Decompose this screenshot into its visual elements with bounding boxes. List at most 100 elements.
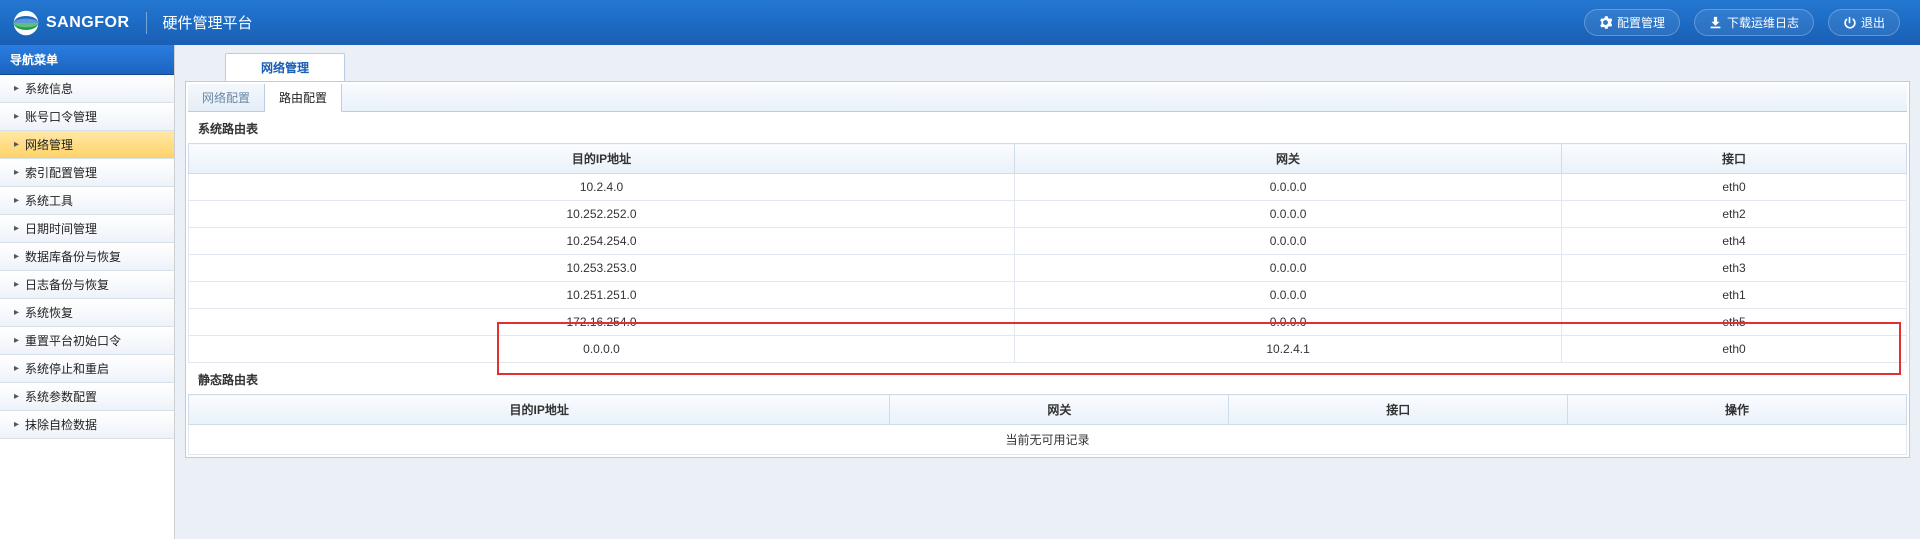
sidebar-item-0[interactable]: ▸ 系统信息 [0,75,174,103]
table-cell: eth2 [1562,201,1907,228]
table-header: 接口 [1562,144,1907,174]
table-cell: 10.252.252.0 [189,201,1015,228]
logout-button[interactable]: 退出 [1828,9,1900,36]
sidebar-item-2[interactable]: ▸ 网络管理 [0,131,174,159]
sidebar-item-label: 日期时间管理 [25,220,97,237]
sidebar-item-label: 重置平台初始口令 [25,332,121,349]
sidebar-item-12[interactable]: ▸ 抹除自检数据 [0,411,174,439]
section-static-route-label: 静态路由表 [188,363,1907,394]
sidebar-item-label: 系统恢复 [25,304,73,321]
logout-label: 退出 [1861,14,1885,31]
table-cell: 10.2.4.1 [1015,336,1562,363]
sidebar: 导航菜单 ▸ 系统信息 ▸ 账号口令管理 ▸ 网络管理 ▸ 索引配置管理 ▸ 系统工具 ▸ 日期时间管… [0,45,175,539]
chevron-right-icon: ▸ [14,335,19,346]
chevron-right-icon: ▸ [14,223,19,234]
brand-divider [146,12,147,34]
sidebar-title: 导航菜单 [0,45,174,75]
chevron-right-icon: ▸ [14,307,19,318]
sidebar-item-label: 系统参数配置 [25,388,97,405]
chevron-right-icon: ▸ [14,83,19,94]
table-header: 接口 [1229,395,1568,425]
sidebar-item-3[interactable]: ▸ 索引配置管理 [0,159,174,187]
panel-inner: 系统路由表 目的IP地址网关接口 10.2.4.00.0.0.0eth010.2… [188,112,1907,455]
download-log-button[interactable]: 下载运维日志 [1694,9,1814,36]
empty-text: 当前无可用记录 [189,425,1907,455]
table-cell: 10.251.251.0 [189,282,1015,309]
top-tab-network[interactable]: 网络管理 [225,53,345,81]
subtab-0[interactable]: 网络配置 [188,84,265,111]
table-header: 目的IP地址 [189,395,890,425]
sidebar-item-9[interactable]: ▸ 重置平台初始口令 [0,327,174,355]
main-panel: 网络配置路由配置 系统路由表 目的IP地址网关接口 10.2.4.00.0.0.… [185,81,1910,458]
sidebar-item-label: 系统工具 [25,192,73,209]
brand-name: SANGFOR [46,14,130,32]
section-system-route-label: 系统路由表 [188,112,1907,143]
sidebar-item-1[interactable]: ▸ 账号口令管理 [0,103,174,131]
sidebar-item-label: 系统停止和重启 [25,360,109,377]
sidebar-item-label: 抹除自检数据 [25,416,97,433]
chevron-right-icon: ▸ [14,111,19,122]
sidebar-item-4[interactable]: ▸ 系统工具 [0,187,174,215]
table-row[interactable]: 10.251.251.00.0.0.0eth1 [189,282,1907,309]
table-cell: 0.0.0.0 [1015,174,1562,201]
table-cell: eth1 [1562,282,1907,309]
table-row[interactable]: 10.2.4.00.0.0.0eth0 [189,174,1907,201]
chevron-right-icon: ▸ [14,419,19,430]
table-cell: 0.0.0.0 [1015,282,1562,309]
chevron-right-icon: ▸ [14,279,19,290]
table-cell: eth5 [1562,309,1907,336]
sidebar-item-label: 网络管理 [25,136,73,153]
table-cell: eth4 [1562,228,1907,255]
sidebar-item-label: 索引配置管理 [25,164,97,181]
sidebar-item-5[interactable]: ▸ 日期时间管理 [0,215,174,243]
table-row[interactable]: 10.254.254.00.0.0.0eth4 [189,228,1907,255]
app-title: 硬件管理平台 [163,12,253,33]
system-route-table: 目的IP地址网关接口 10.2.4.00.0.0.0eth010.252.252… [188,143,1907,363]
sidebar-item-label: 日志备份与恢复 [25,276,109,293]
sidebar-item-10[interactable]: ▸ 系统停止和重启 [0,355,174,383]
table-row[interactable]: 172.16.254.00.0.0.0eth5 [189,309,1907,336]
table-cell: 0.0.0.0 [1015,201,1562,228]
main-area: 网络管理 网络配置路由配置 系统路由表 目的IP地址网关接口 10.2.4.00… [175,45,1920,539]
table-cell: 0.0.0.0 [1015,228,1562,255]
sidebar-item-11[interactable]: ▸ 系统参数配置 [0,383,174,411]
brand-logo-icon [12,9,40,37]
table-header: 操作 [1568,395,1907,425]
config-manage-button[interactable]: 配置管理 [1584,9,1680,36]
download-icon [1709,16,1722,29]
table-cell: 0.0.0.0 [189,336,1015,363]
chevron-right-icon: ▸ [14,167,19,178]
brand-block: SANGFOR 硬件管理平台 [12,9,253,37]
table-cell: eth3 [1562,255,1907,282]
gear-icon [1599,16,1612,29]
sidebar-item-label: 系统信息 [25,80,73,97]
download-log-label: 下载运维日志 [1727,14,1799,31]
table-row[interactable]: 0.0.0.010.2.4.1eth0 [189,336,1907,363]
sidebar-item-label: 数据库备份与恢复 [25,248,121,265]
chevron-right-icon: ▸ [14,251,19,262]
table-cell: eth0 [1562,336,1907,363]
chevron-right-icon: ▸ [14,391,19,402]
sidebar-item-8[interactable]: ▸ 系统恢复 [0,299,174,327]
power-icon [1843,16,1856,29]
table-row: 当前无可用记录 [189,425,1907,455]
table-cell: 172.16.254.0 [189,309,1015,336]
config-manage-label: 配置管理 [1617,14,1665,31]
chevron-right-icon: ▸ [14,195,19,206]
chevron-right-icon: ▸ [14,363,19,374]
table-row[interactable]: 10.252.252.00.0.0.0eth2 [189,201,1907,228]
table-cell: 10.2.4.0 [189,174,1015,201]
table-cell: 0.0.0.0 [1015,255,1562,282]
sidebar-item-7[interactable]: ▸ 日志备份与恢复 [0,271,174,299]
table-cell: 10.254.254.0 [189,228,1015,255]
sidebar-item-6[interactable]: ▸ 数据库备份与恢复 [0,243,174,271]
app-header: SANGFOR 硬件管理平台 配置管理 下载运维日志 退出 [0,0,1920,45]
subtab-1[interactable]: 路由配置 [265,84,342,112]
table-cell: eth0 [1562,174,1907,201]
sidebar-item-label: 账号口令管理 [25,108,97,125]
table-row[interactable]: 10.253.253.00.0.0.0eth3 [189,255,1907,282]
table-header: 目的IP地址 [189,144,1015,174]
table-header: 网关 [1015,144,1562,174]
table-header: 网关 [890,395,1229,425]
chevron-right-icon: ▸ [14,139,19,150]
